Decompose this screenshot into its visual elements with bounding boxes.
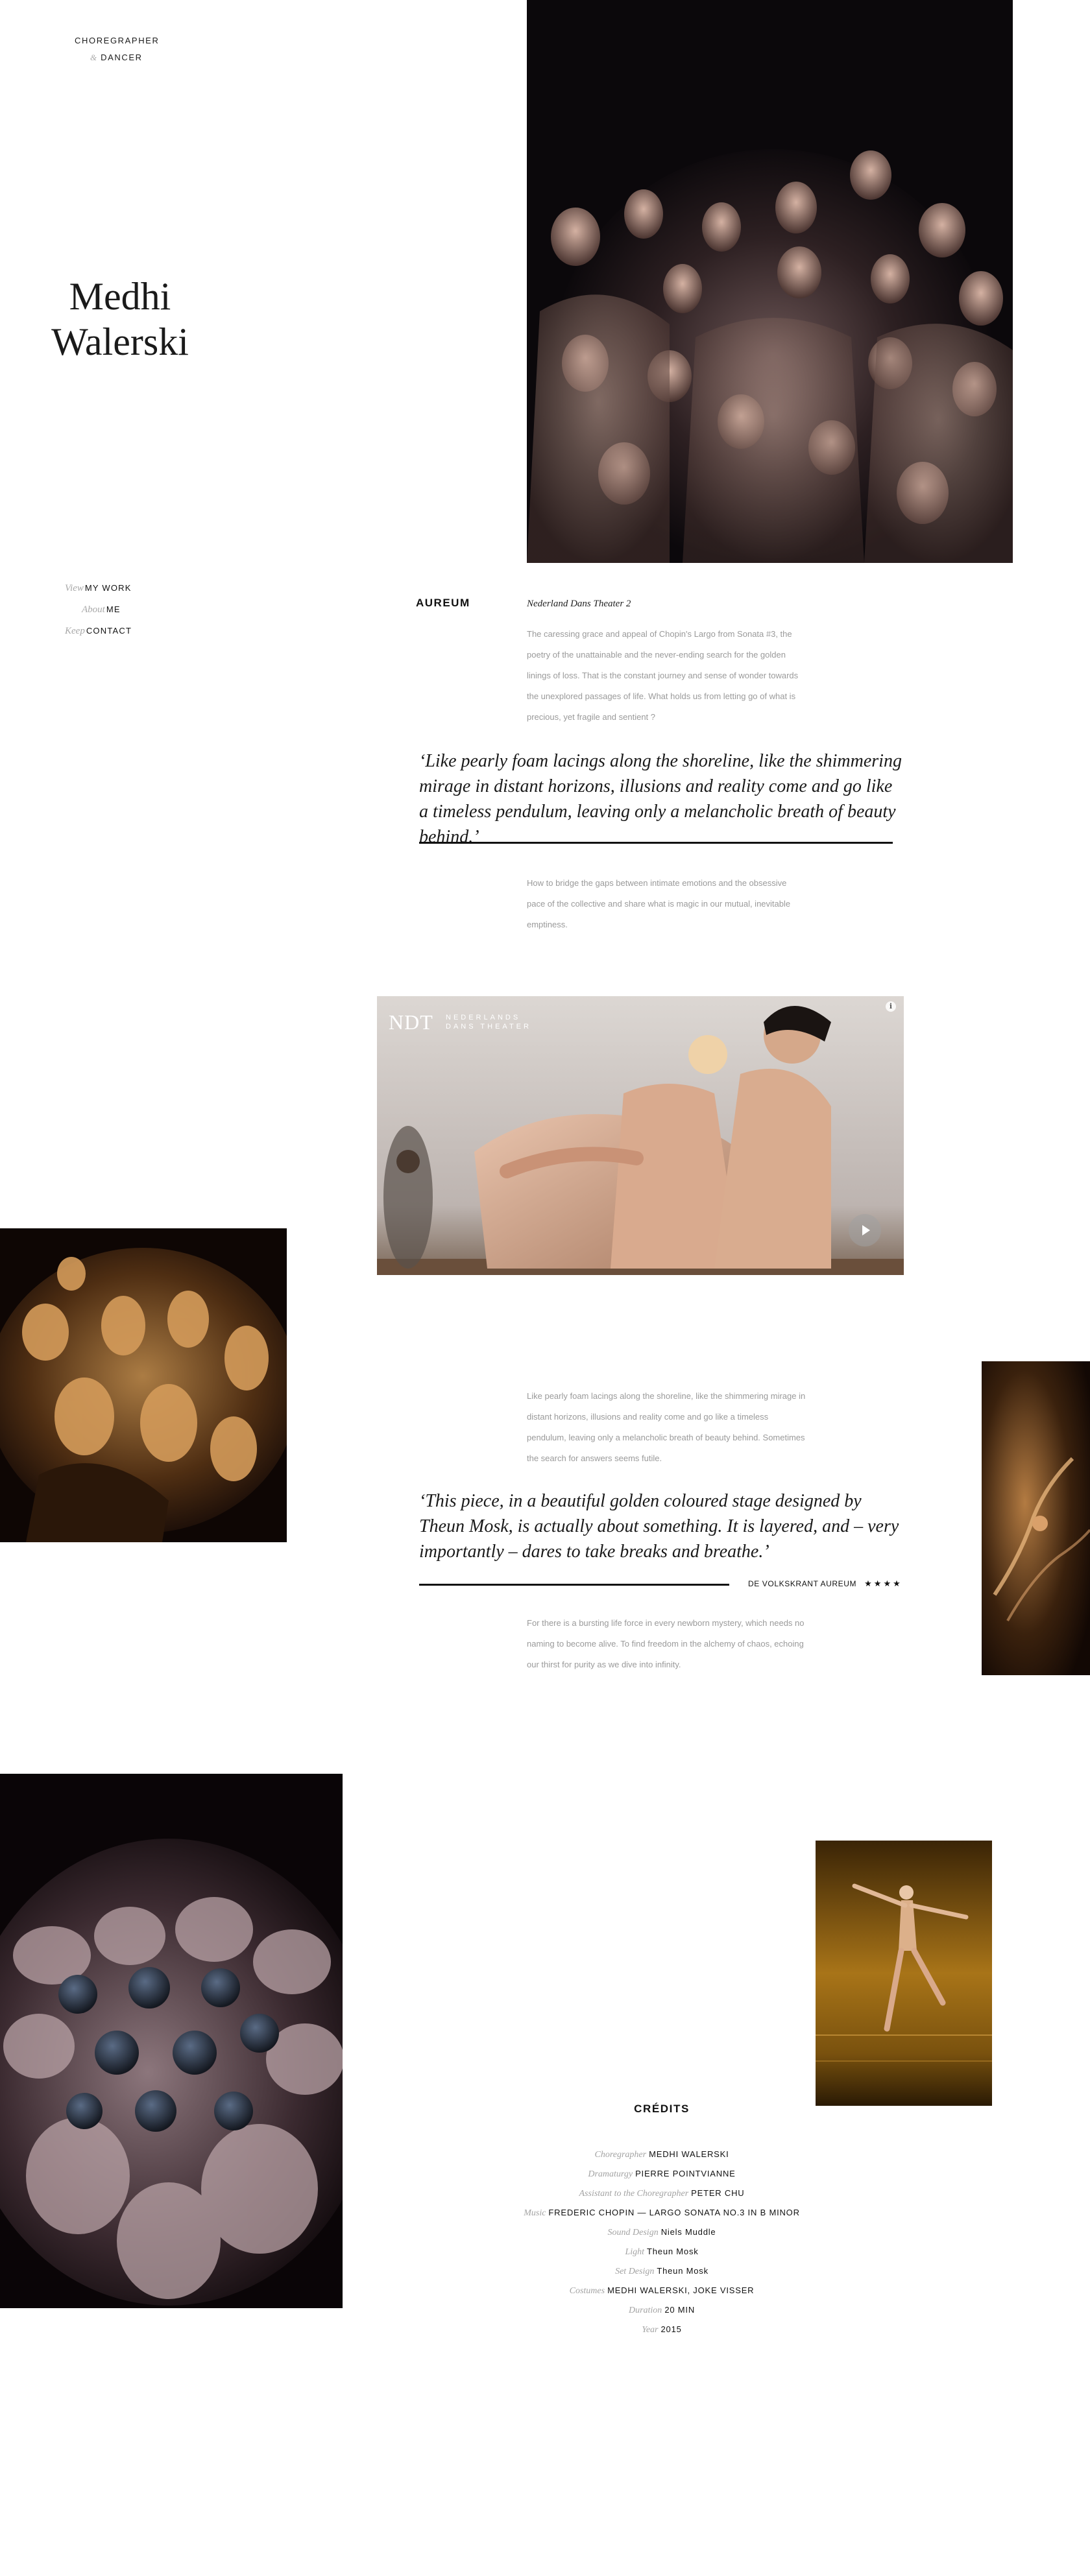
credit-role: Sound Design — [607, 2228, 659, 2237]
credit-row: Year 2015 — [454, 2320, 869, 2339]
credit-role: Light — [625, 2247, 645, 2257]
work-title: AUREUM — [416, 597, 470, 609]
credit-row: Set Design Theun Mosk — [454, 2261, 869, 2281]
press-review: DE VOLKSKRANT AUREUM ★★★★ — [748, 1579, 902, 1589]
credit-value: MEDHI WALERSKI, JOKE VISSER — [607, 2285, 755, 2295]
solo-dancer-art — [816, 1841, 992, 2106]
hero-photo-art — [527, 0, 1013, 563]
dancers-huddle-photo — [0, 1774, 343, 2308]
name-last: Walerski — [51, 320, 189, 363]
credit-role: Set Design — [615, 2267, 655, 2276]
dancers-huddle-art — [0, 1774, 343, 2308]
video-player[interactable]: NDT NEDERLANDS DANS THEATER i — [377, 996, 904, 1275]
credit-row: Duration 20 MIN — [454, 2300, 869, 2320]
press-divider — [419, 1584, 729, 1586]
ndt-subtitle: NEDERLANDS DANS THEATER — [446, 1014, 531, 1031]
credit-row: Assistant to the Choregrapher PETER CHU — [454, 2184, 869, 2203]
credit-row: Light Theun Mosk — [454, 2242, 869, 2261]
credit-role: Choregrapher — [594, 2150, 647, 2160]
work-paragraph-3: Like pearly foam lacings along the shore… — [527, 1391, 806, 1463]
nav-contact[interactable]: Keep CONTACT — [65, 620, 195, 641]
review-source: DE VOLKSKRANT AUREUM — [748, 1579, 857, 1588]
credit-value: 20 MIN — [664, 2305, 696, 2315]
brand-ampersand: & — [90, 53, 97, 62]
dancer-motion-photo — [982, 1361, 1090, 1675]
nav-prefix: About — [82, 604, 105, 615]
credit-role: Assistant to the Choregrapher — [579, 2189, 689, 2199]
credit-value: Niels Muddle — [660, 2227, 716, 2237]
solo-dancer-photo — [816, 1841, 992, 2106]
credit-role: Costumes — [569, 2286, 605, 2296]
info-icon[interactable]: i — [886, 1001, 896, 1012]
credits-list: Choregrapher MEDHI WALERSKI Dramaturgy PIE… — [454, 2145, 869, 2339]
brand-line2: Dancer — [101, 53, 143, 62]
credit-value: Theun Mosk — [657, 2266, 708, 2276]
credit-value: FREDERIC CHOPIN — LARGO SONATA NO.3 IN B… — [548, 2208, 800, 2217]
credit-value: PIERRE POINTVIANNE — [635, 2169, 736, 2178]
hero-photo — [527, 0, 1013, 563]
press-quote: ‘This piece, in a beautiful golden colou… — [419, 1491, 899, 1562]
main-nav: View MY WORK About ME Keep CONTACT — [65, 577, 195, 641]
name-first: Medhi — [69, 275, 171, 318]
quote-divider — [419, 842, 893, 844]
credit-role: Year — [642, 2325, 659, 2335]
credit-row: Choregrapher MEDHI WALERSKI — [454, 2145, 869, 2164]
play-button[interactable] — [849, 1214, 881, 1246]
brand-line1: Choregrapher — [75, 36, 160, 45]
video-thumbnail — [377, 996, 904, 1275]
work-paragraph-4: For there is a bursting life force in ev… — [527, 1618, 805, 1669]
work-intro: The caressing grace and appeal of Chopin… — [527, 629, 799, 722]
dancers-golden-art — [0, 1228, 287, 1542]
work-paragraph-2: How to bridge the gaps between intimate … — [527, 878, 791, 929]
nav-label: CONTACT — [86, 626, 132, 636]
nav-prefix: View — [65, 583, 84, 593]
credit-value: MEDHI WALERSKI — [649, 2149, 729, 2159]
nav-label: MY WORK — [84, 583, 132, 593]
credit-role: Dramaturgy — [588, 2169, 633, 2179]
dancers-golden-photo — [0, 1228, 287, 1542]
ndt-logo: NDT — [389, 1010, 433, 1034]
credit-row: Dramaturgy PIERRE POINTVIANNE — [454, 2164, 869, 2184]
nav-prefix: Keep — [65, 626, 85, 636]
review-stars: ★★★★ — [864, 1579, 902, 1588]
company-name: Nederland Dans Theater 2 — [527, 599, 631, 609]
credit-row: Music FREDERIC CHOPIN — LARGO SONATA NO.3… — [454, 2203, 869, 2223]
credit-role: Duration — [628, 2306, 662, 2315]
brand[interactable]: Choregrapher & Dancer — [75, 32, 159, 66]
dancer-motion-art — [982, 1361, 1090, 1675]
credit-value: Theun Mosk — [647, 2247, 699, 2256]
page-title: Medhi Walerski — [26, 274, 214, 364]
credit-value: PETER CHU — [691, 2188, 745, 2198]
nav-my-work[interactable]: View MY WORK — [65, 577, 195, 599]
credits-title: CRÉDITS — [634, 2103, 690, 2115]
credit-row: Costumes MEDHI WALERSKI, JOKE VISSER — [454, 2281, 869, 2300]
credit-role: Music — [524, 2208, 546, 2218]
pull-quote: ‘Like pearly foam lacings along the shor… — [419, 751, 902, 847]
credit-row: Sound Design Niels Muddle — [454, 2223, 869, 2242]
nav-label: ME — [106, 604, 121, 614]
credit-value: 2015 — [660, 2324, 682, 2334]
nav-about-me[interactable]: About ME — [65, 599, 195, 620]
